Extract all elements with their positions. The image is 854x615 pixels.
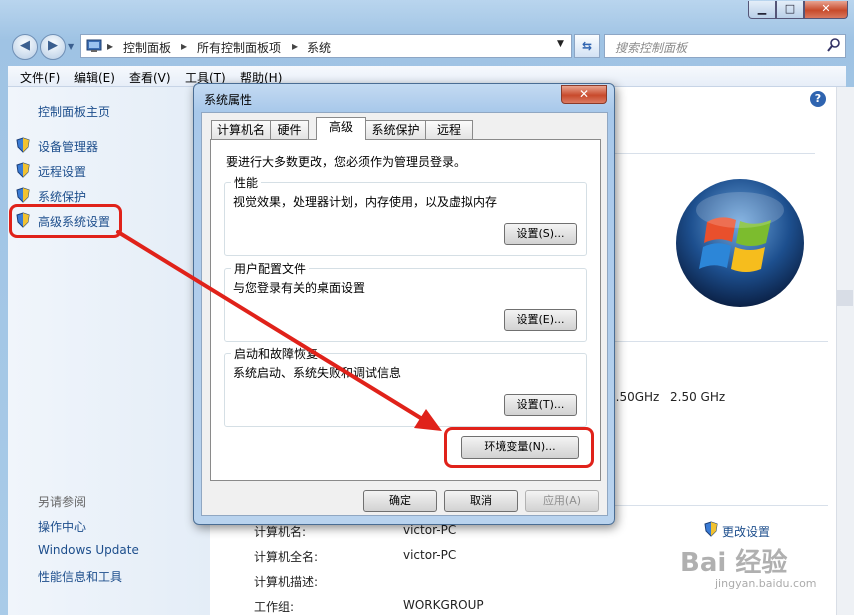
computer-name-value: victor-PC (403, 523, 457, 537)
address-bar[interactable]: ▸ 控制面板 ▸ 所有控制面板项 ▸ 系统 ▼ (80, 34, 572, 58)
search-input[interactable]: 搜索控制面板 (615, 39, 687, 56)
dialog-title: 系统属性 (204, 93, 253, 107)
cpu-speed-value: 2.50GHz (608, 390, 660, 404)
scrollbar-thumb[interactable] (837, 290, 853, 306)
recent-pages-chevron-icon[interactable]: ▼ (68, 42, 74, 51)
startup-recovery-settings-button[interactable]: 设置(T)... (504, 394, 577, 416)
shield-icon (704, 521, 718, 540)
user-profiles-settings-button[interactable]: 设置(E)... (504, 309, 577, 331)
workgroup-value: WORKGROUP (403, 598, 484, 612)
refresh-icon: ⇆ (581, 39, 593, 53)
tab-remote[interactable]: 远程 (425, 120, 473, 139)
see-also-performance-info[interactable]: 性能信息和工具 (38, 568, 122, 585)
minimize-button[interactable]: ▁ (748, 1, 776, 19)
cpu-speed-value-2: 2.50 GHz (670, 390, 726, 404)
maximize-button[interactable]: □ (776, 1, 804, 19)
see-also-action-center[interactable]: 操作中心 (38, 518, 86, 535)
breadcrumb-separator: ▸ (107, 39, 114, 53)
startup-recovery-title: 启动和故障恢复 (231, 345, 322, 362)
computer-name-label: 计算机名: (254, 525, 307, 539)
tab-advanced[interactable]: 高级 (316, 117, 366, 140)
control-panel-icon (86, 38, 102, 57)
shield-icon (16, 137, 30, 153)
window-controls: ▁ □ ✕ (748, 1, 848, 19)
refresh-button[interactable]: ⇆ (574, 34, 600, 58)
full-name-label: 计算机全名: (254, 550, 319, 564)
breadcrumb-separator: ▸ (181, 39, 188, 53)
tab-computer-name[interactable]: 计算机名 (211, 120, 271, 139)
vertical-scrollbar[interactable] (836, 87, 854, 615)
full-name-value: victor-PC (403, 548, 457, 562)
startup-recovery-desc: 系统启动、系统失败和调试信息 (233, 366, 402, 380)
user-profiles-title: 用户配置文件 (231, 260, 310, 277)
search-box[interactable]: 搜索控制面板 (604, 34, 846, 58)
system-properties-dialog: 系统属性 ✕ 计算机名 硬件 高级 系统保护 远程 要进行大多数更改，您必须作为… (193, 83, 615, 525)
see-also-heading: 另请参阅 (38, 495, 87, 509)
breadcrumb-all-items[interactable]: 所有控制面板项 (197, 39, 281, 56)
address-dropdown-icon[interactable]: ▼ (557, 39, 564, 49)
search-icon[interactable] (827, 37, 841, 56)
help-icon[interactable]: ? (810, 91, 826, 107)
forward-arrow-icon: ▶ (48, 38, 58, 53)
admin-note: 要进行大多数更改，您必须作为管理员登录。 (226, 155, 467, 169)
shield-icon (16, 162, 30, 178)
startup-recovery-group: 启动和故障恢复 系统启动、系统失败和调试信息 设置(T)... (224, 345, 587, 427)
sidebar-item-device-manager[interactable]: 设备管理器 (38, 138, 98, 155)
windows-logo-icon (673, 176, 807, 313)
user-profiles-group: 用户配置文件 与您登录有关的桌面设置 设置(E)... (224, 260, 587, 342)
change-settings-link[interactable]: 更改设置 (722, 523, 770, 540)
watermark-url: jingyan.baidu.com (715, 577, 817, 590)
breadcrumb-separator: ▸ (292, 39, 299, 53)
back-arrow-icon: ◀ (20, 38, 30, 53)
back-button[interactable]: ◀ (12, 34, 38, 60)
cancel-button[interactable]: 取消 (444, 490, 518, 512)
sidebar-item-system-protection[interactable]: 系统保护 (38, 188, 86, 205)
description-label: 计算机描述: (254, 575, 319, 589)
performance-desc: 视觉效果，处理器计划，内存使用，以及虚拟内存 (233, 195, 498, 209)
ok-button[interactable]: 确定 (363, 490, 437, 512)
breadcrumb-control-panel[interactable]: 控制面板 (123, 39, 171, 56)
tab-hardware[interactable]: 硬件 (270, 120, 309, 139)
left-nav-pane: 控制面板主页 设备管理器 远程设置 系统保护 高级系统设置 另请参阅 操作中心 … (8, 87, 210, 615)
tab-system-protection[interactable]: 系统保护 (365, 120, 426, 139)
divider (613, 341, 828, 342)
watermark-logo: Bai 经验 (680, 548, 788, 578)
workgroup-label: 工作组: (254, 600, 295, 614)
see-also-windows-update[interactable]: Windows Update (38, 543, 139, 557)
performance-group: 性能 视觉效果，处理器计划，内存使用，以及虚拟内存 设置(S)... (224, 174, 587, 256)
forward-button[interactable]: ▶ (40, 34, 66, 60)
close-icon: ✕ (578, 87, 590, 101)
menu-view[interactable]: 查看(V) (129, 69, 171, 86)
apply-button[interactable]: 应用(A) (525, 490, 599, 512)
advanced-tab-panel: 要进行大多数更改，您必须作为管理员登录。 性能 视觉效果，处理器计划，内存使用，… (210, 139, 601, 481)
menu-file[interactable]: 文件(F) (20, 69, 60, 86)
menu-edit[interactable]: 编辑(E) (74, 69, 115, 86)
divider (613, 505, 828, 506)
highlight-environment-variables (444, 427, 594, 468)
close-button[interactable]: ✕ (804, 1, 848, 19)
sidebar-item-remote-settings[interactable]: 远程设置 (38, 163, 86, 180)
user-profiles-desc: 与您登录有关的桌面设置 (233, 281, 366, 295)
dialog-close-button[interactable]: ✕ (561, 85, 607, 104)
highlight-advanced-settings (9, 204, 122, 238)
performance-title: 性能 (231, 174, 262, 191)
breadcrumb-system[interactable]: 系统 (307, 39, 331, 56)
shield-icon (16, 187, 30, 203)
control-panel-home-link[interactable]: 控制面板主页 (38, 103, 110, 120)
performance-settings-button[interactable]: 设置(S)... (504, 223, 577, 245)
divider (615, 153, 815, 154)
